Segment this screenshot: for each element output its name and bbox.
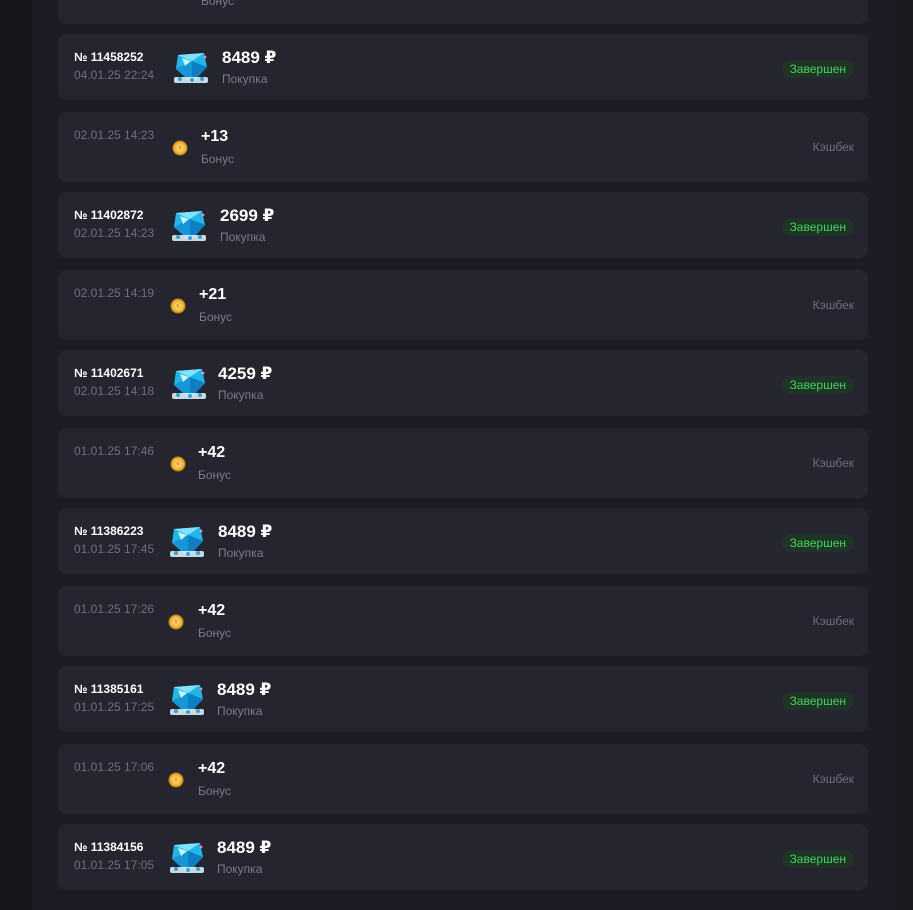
cashback-label: Кэшбек [812, 772, 854, 786]
transaction-date: 01.01.25 17:25 [74, 700, 155, 714]
status-badge: Завершен [781, 218, 854, 236]
cashback-label: Кэшбек [812, 614, 854, 628]
transaction-row-purchase[interactable]: № 11402671 02.01.25 14:18 4259 ₽ Покупка Зав… [58, 350, 868, 416]
transaction-row-bonus[interactable]: 01.01.25 17:06 +42 Бонус Кэшбек [58, 744, 868, 814]
transaction-type-label: Покупка [217, 862, 263, 876]
scrollbar-track[interactable] [896, 0, 913, 910]
order-number: № 11402872 [74, 208, 144, 222]
transaction-type-label: Бонус [201, 0, 235, 8]
transaction-type-label: Бонус [201, 152, 235, 166]
order-number: № 11384156 [74, 840, 144, 854]
transaction-row-purchase[interactable]: № 11402872 02.01.25 14:23 2699 ₽ Покупка Зав… [58, 192, 868, 258]
transaction-amount: 4259 ₽ [218, 364, 273, 383]
transaction-date: 01.01.25 17:45 [74, 542, 155, 556]
status-badge: Завершен [781, 60, 854, 78]
transaction-row-bonus[interactable]: 01.01.25 17:46 +42 Бонус Кэшбек [58, 428, 868, 498]
transaction-type-label: Бонус [198, 784, 232, 798]
transaction-date: 04.01.25 22:24 [74, 68, 155, 82]
transaction-row-purchase[interactable]: № 11385161 01.01.25 17:25 8489 ₽ Покупка Зав… [58, 666, 868, 732]
transaction-date: 02.01.25 14:23 [74, 226, 155, 240]
status-badge: Завершен [781, 534, 854, 552]
transaction-type-label: Покупка [218, 388, 264, 402]
gem-pack-icon [168, 839, 206, 877]
transaction-amount: 8489 ₽ [217, 680, 272, 699]
order-number: № 11458252 [74, 50, 144, 64]
transaction-type-label: Покупка [220, 230, 266, 244]
gem-pack-icon [170, 207, 208, 245]
transaction-amount: +42 [198, 602, 226, 619]
transaction-amount: +13 [201, 128, 229, 145]
transaction-row-purchase[interactable]: № 11386223 01.01.25 17:45 8489 ₽ Покупка Зав… [58, 508, 868, 574]
gem-pack-icon [168, 681, 206, 719]
status-badge: Завершен [781, 850, 854, 868]
transaction-amount: +42 [198, 444, 226, 461]
transaction-type-label: Покупка [222, 72, 268, 86]
transaction-type-label: Покупка [217, 704, 263, 718]
coin-icon [168, 772, 184, 788]
transaction-type-label: Бонус [198, 468, 232, 482]
order-number: № 11386223 [74, 524, 144, 538]
gem-pack-icon [168, 523, 206, 561]
coin-icon [170, 456, 186, 472]
gem-pack-icon [172, 49, 210, 87]
transaction-row-purchase[interactable]: № 11458252 04.01.25 22:24 8489 ₽ Покупка Зав… [58, 34, 868, 100]
coin-icon [168, 614, 184, 630]
left-sidebar-edge [0, 0, 32, 910]
cashback-label: Кэшбек [812, 140, 854, 154]
transaction-date: 01.01.25 17:26 [74, 602, 155, 616]
transaction-date: 02.01.25 14:18 [74, 384, 155, 398]
transaction-type-label: Бонус [199, 310, 233, 324]
gem-pack-icon [170, 365, 208, 403]
transaction-amount: 8489 ₽ [217, 838, 272, 857]
transaction-date: 01.01.25 17:05 [74, 858, 155, 872]
status-badge: Завершен [781, 692, 854, 710]
transaction-date: 02.01.25 14:23 [74, 128, 155, 142]
order-number: № 11402671 [74, 366, 144, 380]
transaction-row-bonus[interactable]: 02.01.25 14:23 +13 Бонус Кэшбек [58, 112, 868, 182]
transaction-row-bonus[interactable]: 02.01.25 14:19 +21 Бонус Кэшбек [58, 270, 868, 340]
coin-icon [172, 140, 188, 156]
transaction-date: 01.01.25 17:46 [74, 444, 155, 458]
cashback-label: Кэшбек [812, 298, 854, 312]
transaction-type-label: Покупка [218, 546, 264, 560]
transaction-amount: +21 [199, 286, 227, 303]
transaction-row-purchase[interactable]: № 11384156 01.01.25 17:05 8489 ₽ Покупка Зав… [58, 824, 868, 890]
transaction-amount: +42 [198, 760, 226, 777]
order-number: № 11385161 [74, 682, 144, 696]
transaction-date: 02.01.25 14:19 [74, 286, 155, 300]
coin-icon [170, 298, 186, 314]
transaction-date: 01.01.25 17:06 [74, 760, 155, 774]
status-badge: Завершен [781, 376, 854, 394]
transaction-amount: 8489 ₽ [222, 48, 277, 67]
transaction-amount: 8489 ₽ [218, 522, 273, 541]
transaction-amount: 2699 ₽ [220, 206, 275, 225]
cashback-label: Кэшбек [812, 456, 854, 470]
transaction-type-label: Бонус [198, 626, 232, 640]
transaction-row-partial[interactable]: Бонус [58, 0, 868, 24]
transaction-row-bonus[interactable]: 01.01.25 17:26 +42 Бонус Кэшбек [58, 586, 868, 656]
